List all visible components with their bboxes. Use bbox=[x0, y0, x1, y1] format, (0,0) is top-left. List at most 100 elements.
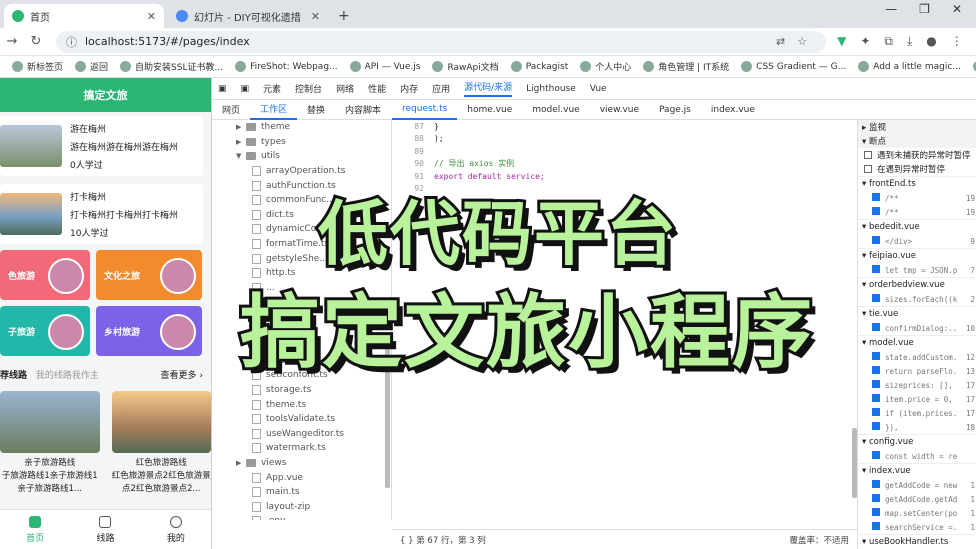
pause-option[interactable]: 遇到未捕获的异常时暂停 bbox=[858, 148, 976, 162]
breakpoint-line[interactable]: }), 18 bbox=[858, 420, 976, 434]
breakpoint-line[interactable]: const width = ref... bbox=[858, 449, 976, 463]
breakpoint-line[interactable]: /** 19 bbox=[858, 191, 976, 205]
file-tab[interactable]: home.vue bbox=[457, 100, 522, 120]
url-field[interactable]: ⓘ localhost:5173/#/pages/index bbox=[56, 30, 826, 53]
navigator-tab[interactable]: 工作区 bbox=[250, 100, 298, 120]
checkbox[interactable] bbox=[872, 508, 880, 516]
site-info-icon[interactable]: ⓘ bbox=[66, 34, 77, 50]
forward-icon[interactable]: → bbox=[0, 34, 24, 49]
breakpoint-file[interactable]: ▾ config.vue bbox=[858, 434, 976, 449]
file-tab[interactable]: request.ts bbox=[392, 100, 458, 120]
download-icon[interactable]: ⤓ bbox=[907, 34, 912, 49]
translate-icon[interactable]: ⇄ bbox=[776, 35, 785, 48]
bookmark-item[interactable]: 个人中心 bbox=[580, 60, 631, 73]
minimize-icon[interactable]: — bbox=[885, 2, 897, 16]
tree-item[interactable]: App.vue bbox=[212, 470, 391, 485]
bookmark-item[interactable]: 新标签页 bbox=[12, 60, 63, 73]
panel-tab[interactable]: 性能 bbox=[368, 82, 386, 95]
breakpoint-line[interactable]: </div> 9 bbox=[858, 234, 976, 248]
panel-tab[interactable]: Lighthouse bbox=[526, 84, 576, 94]
panel-tab[interactable]: 内存 bbox=[400, 82, 418, 95]
inspect-icon[interactable]: ▣ bbox=[218, 84, 227, 94]
breakpoint-line[interactable]: confirmDialog:... 10 bbox=[858, 321, 976, 335]
tree-item[interactable]: .env bbox=[212, 514, 391, 520]
breakpoint-file[interactable]: ▾ orderbedview.vue bbox=[858, 277, 976, 292]
vue-devtools-icon[interactable]: ▼ bbox=[837, 34, 846, 49]
star-icon[interactable]: ☆ bbox=[797, 35, 807, 48]
checkbox[interactable] bbox=[872, 207, 880, 215]
checkbox[interactable] bbox=[872, 380, 880, 388]
checkbox[interactable] bbox=[872, 522, 880, 530]
bookmark-item[interactable]: Add a little magic... bbox=[858, 61, 961, 72]
breakpoint-line[interactable]: getAddCode.getAd... 1 bbox=[858, 492, 976, 506]
breakpoints-header[interactable]: ▾ 断点 bbox=[858, 134, 976, 148]
course-card[interactable]: 打卡梅州 打卡梅州打卡梅州打卡梅州 10人学过 bbox=[0, 184, 203, 244]
category-tile[interactable]: 文化之旅 bbox=[96, 250, 202, 300]
breakpoint-line[interactable]: map.setCenter(po... 1 bbox=[858, 506, 976, 520]
tree-item[interactable]: ▶ types bbox=[212, 135, 391, 150]
tabbar-mine[interactable]: 我的 bbox=[167, 515, 185, 544]
menu-icon[interactable]: ⋮ bbox=[951, 34, 963, 49]
breakpoint-file[interactable]: ▾ model.vue bbox=[858, 335, 976, 350]
breakpoint-line[interactable]: sizes.forEach((k... 2 bbox=[858, 292, 976, 306]
tree-item[interactable]: arrayOperation.ts bbox=[212, 164, 391, 179]
breakpoint-file[interactable]: ▾ bededit.vue bbox=[858, 219, 976, 234]
bookmark-item[interactable]: 角色管理 | IT系统 bbox=[643, 60, 729, 73]
puzzle-icon[interactable]: ⧉ bbox=[884, 34, 893, 49]
bookmark-item[interactable]: 自助安装SSL证书教... bbox=[120, 60, 223, 73]
checkbox[interactable] bbox=[872, 236, 880, 244]
route-card[interactable]: 红色旅游路线 红色旅游景点2红色旅游景点2红色旅游景点2... bbox=[111, 391, 211, 496]
breakpoint-file[interactable]: ▾ useBookHandler.ts bbox=[858, 534, 976, 549]
file-tab[interactable]: index.vue bbox=[701, 100, 765, 120]
file-tab[interactable]: Page.js bbox=[649, 100, 701, 120]
bookmark-item[interactable]: 返回 bbox=[75, 60, 108, 73]
new-tab-button[interactable]: + bbox=[338, 8, 350, 24]
checkbox[interactable] bbox=[872, 494, 880, 502]
tree-item[interactable]: layout-zip bbox=[212, 499, 391, 514]
file-tab[interactable]: model.vue bbox=[522, 100, 589, 120]
device-icon[interactable]: ▣ bbox=[241, 84, 250, 94]
tab-slides[interactable]: 幻灯片 - DIY可视化遗措 ✕ bbox=[168, 4, 328, 28]
breakpoint-line[interactable]: state.addCustom... 12 bbox=[858, 350, 976, 364]
checkbox[interactable] bbox=[864, 165, 872, 173]
tree-item[interactable]: useWangeditor.ts bbox=[212, 426, 391, 441]
pause-option[interactable]: 在遇到异常时暂停 bbox=[858, 162, 976, 176]
panel-tab[interactable]: 应用 bbox=[432, 82, 450, 95]
panel-tab[interactable]: 源代码/来源 bbox=[464, 80, 513, 97]
category-tile[interactable]: 色旅游 bbox=[0, 250, 90, 300]
checkbox[interactable] bbox=[872, 265, 880, 273]
tree-item[interactable]: ▼ utils bbox=[212, 149, 391, 164]
breakpoint-file[interactable]: ▾ tie.vue bbox=[858, 306, 976, 321]
checkbox[interactable] bbox=[872, 366, 880, 374]
see-more-link[interactable]: 查看更多 › bbox=[161, 368, 203, 381]
tabbar-routes[interactable]: 线路 bbox=[96, 515, 115, 544]
checkbox[interactable] bbox=[872, 408, 880, 416]
tree-item[interactable]: watermark.ts bbox=[212, 441, 391, 456]
checkbox[interactable] bbox=[872, 294, 880, 302]
checkbox[interactable] bbox=[872, 323, 880, 331]
breakpoint-file[interactable]: ▾ index.vue bbox=[858, 463, 976, 478]
breakpoint-line[interactable]: getAddCode = new... 1 bbox=[858, 478, 976, 492]
tree-item[interactable]: theme.ts bbox=[212, 397, 391, 412]
checkbox[interactable] bbox=[872, 352, 880, 360]
course-card[interactable]: 游在梅州 游在梅州游在梅州游在梅州 0人学过 bbox=[0, 116, 203, 176]
breakpoint-line[interactable]: /** 19 bbox=[858, 205, 976, 219]
breakpoint-line[interactable]: let tmp = JSON.p... 7 bbox=[858, 263, 976, 277]
file-tab[interactable]: view.vue bbox=[590, 100, 649, 120]
tree-item[interactable]: main.ts bbox=[212, 485, 391, 500]
tabbar-home[interactable]: 首页 bbox=[26, 515, 44, 544]
maximize-icon[interactable]: ❐ bbox=[919, 2, 930, 16]
checkbox[interactable] bbox=[872, 193, 880, 201]
bookmark-item[interactable]: Packagist bbox=[510, 61, 568, 72]
panel-tab[interactable]: 控制台 bbox=[295, 82, 322, 95]
tree-item[interactable]: ▶ views bbox=[212, 456, 391, 471]
extension-icon[interactable]: ✦ bbox=[860, 34, 870, 49]
breakpoint-file[interactable]: ▾ feipiao.vue bbox=[858, 248, 976, 263]
panel-tab[interactable]: 网络 bbox=[336, 82, 354, 95]
breakpoint-line[interactable]: return parseFlo... 13 bbox=[858, 364, 976, 378]
navigator-tab[interactable]: 内容脚本 bbox=[335, 100, 391, 120]
bookmark-item[interactable]: CSS Gradient — G... bbox=[741, 61, 846, 72]
tree-item[interactable]: toolsValidate.ts bbox=[212, 412, 391, 427]
breakpoint-line[interactable]: searchService =... 1 bbox=[858, 520, 976, 534]
category-tile[interactable]: 乡村旅游 bbox=[96, 306, 202, 356]
